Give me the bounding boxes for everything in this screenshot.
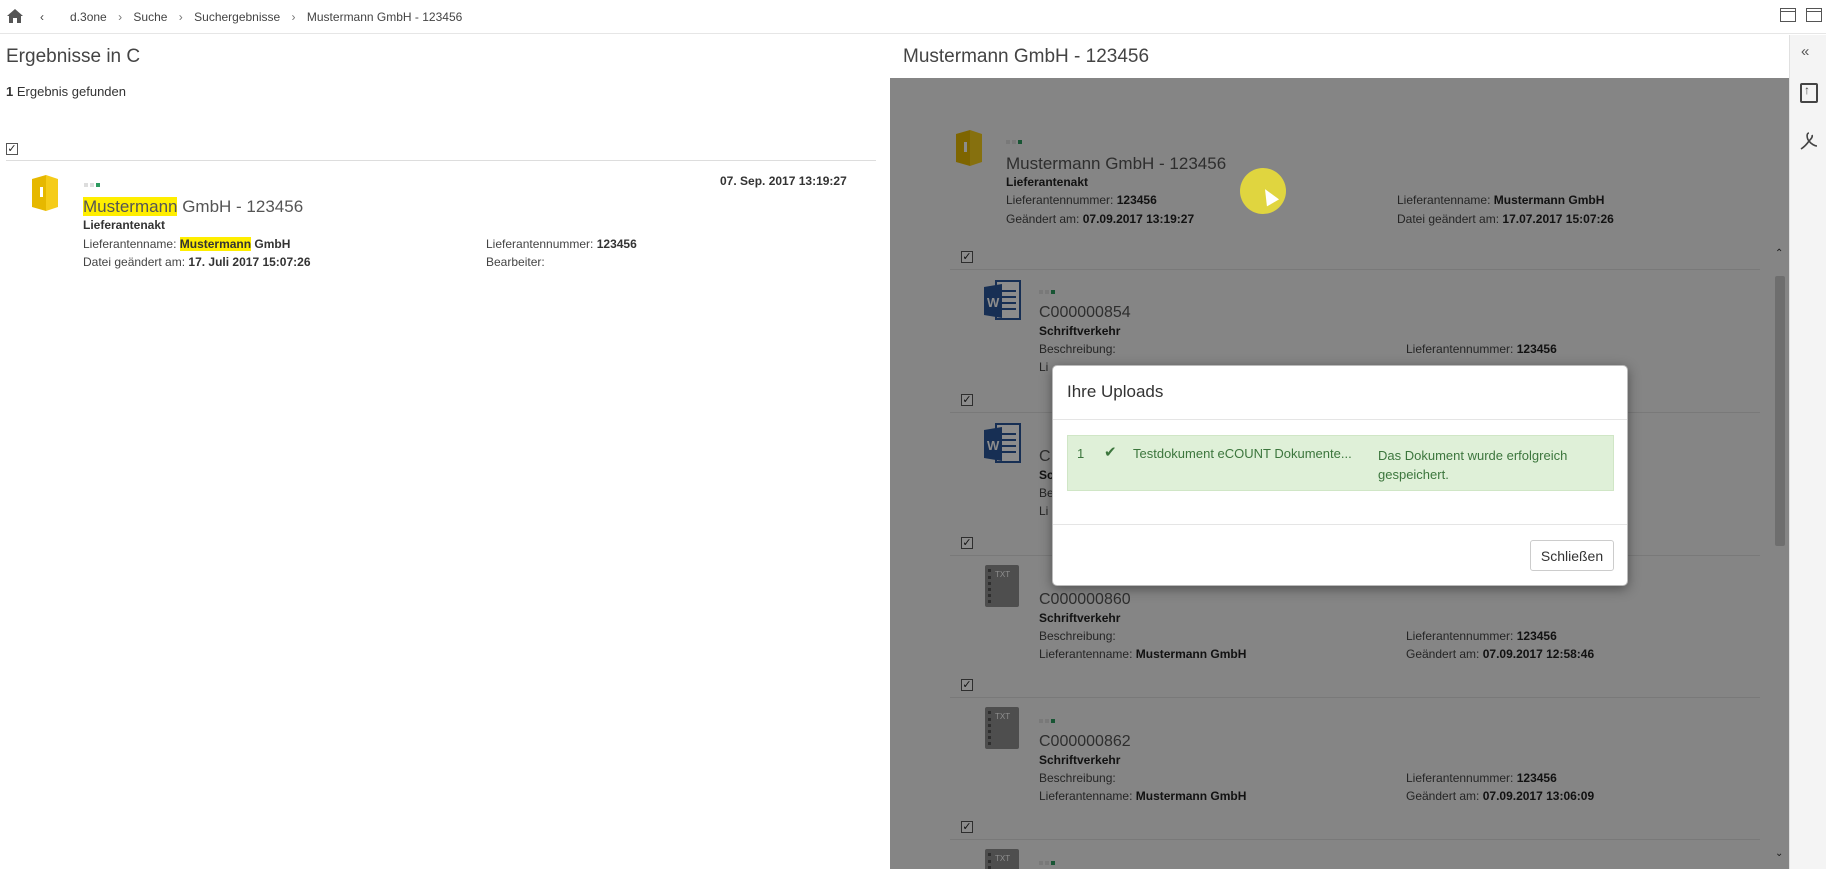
breadcrumb-item-current: Mustermann GmbH - 123456 [306,10,463,24]
restore-icon[interactable] [1806,8,1822,22]
breadcrumb-item[interactable]: Suchergebnisse [194,10,280,24]
close-button[interactable]: Schließen [1530,540,1614,571]
collapse-sidebar-icon[interactable]: « [1801,43,1809,60]
result-date: 07. Sep. 2017 13:19:27 [720,174,847,188]
window-controls [1774,8,1822,25]
divider [6,160,876,161]
result-title[interactable]: Mustermann GmbH - 123456 [83,197,303,217]
upload-filename: Testdokument eCOUNT Dokumente... [1133,446,1352,461]
right-sidebar: « [1789,35,1826,869]
dialog-header: Ihre Uploads [1053,366,1627,420]
folder-icon [32,175,58,211]
results-heading: Ergebnisse in C [6,46,141,67]
upload-icon[interactable] [1800,83,1818,103]
select-all-checkbox[interactable]: ✓ [6,143,18,155]
supplier-name-field: Lieferantenname: Mustermann GmbH [83,237,291,251]
editor-field: Bearbeiter: [486,255,545,269]
maximize-icon[interactable] [1780,8,1797,22]
chevron-right-icon [55,10,58,24]
top-bar: ‹ d.3one › Suche › Suchergebnisse › Must… [0,0,1826,34]
status-dots [84,179,102,189]
chevron-right-icon: › [118,10,123,24]
supplier-number-field: Lieferantennummer: 123456 [486,237,637,251]
dialog-title: Ihre Uploads [1067,382,1164,401]
home-icon[interactable] [6,8,24,24]
upload-number: 1 [1077,446,1085,461]
breadcrumb-item[interactable]: d.3one [70,10,107,24]
breadcrumb: ‹ d.3one › Suche › Suchergebnisse › Must… [40,10,462,24]
result-count: 1 Ergebnis gefunden [6,84,127,99]
divider [1053,524,1627,525]
chevron-right-icon: › [291,10,296,24]
chevron-right-icon: › [178,10,183,24]
results-panel: Ergebnisse in C 1 Ergebnis gefunden ✓ Mu… [0,35,880,869]
result-type: Lieferantenakt [83,218,166,232]
breadcrumb-item[interactable]: Suche [133,10,167,24]
checkmark-icon: ✔ [1104,444,1117,461]
upload-status-message: Das Dokument wurde erfolgreich gespeiche… [1378,448,1568,482]
preview-heading: Mustermann GmbH - 123456 [903,46,1150,67]
file-changed-field: Datei geändert am: 17. Juli 2017 15:07:2… [83,255,311,269]
upload-row: 1 ✔ Testdokument eCOUNT Dokumente... Das… [1067,435,1614,491]
back-button[interactable]: ‹ [40,10,44,24]
pdf-icon[interactable] [1799,131,1819,151]
uploads-dialog: Ihre Uploads 1 ✔ Testdokument eCOUNT Dok… [1052,365,1628,586]
